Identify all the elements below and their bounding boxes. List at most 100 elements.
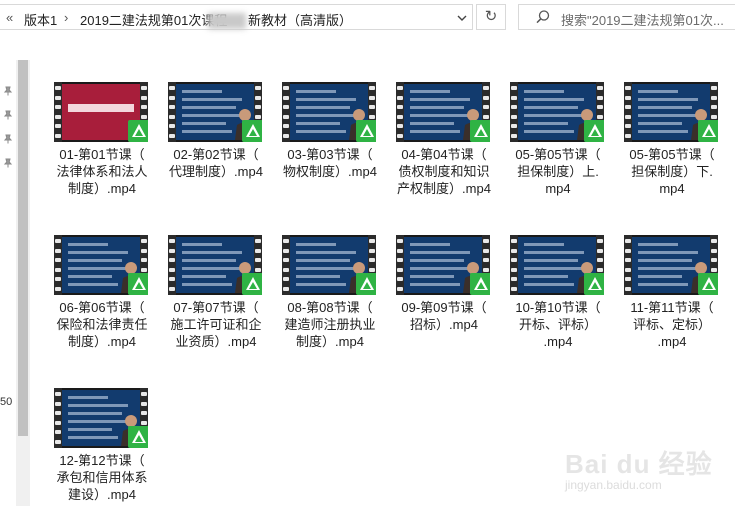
file-name: 01-第01节课（ 法律体系和法人 制度）.mp4 <box>52 146 152 197</box>
file-name: 12-第12节课（ 承包和信用体系 建设）.mp4 <box>52 452 152 503</box>
file-item[interactable]: 04-第04节课（ 债权制度和知识 产权制度）.mp4 <box>394 82 494 207</box>
file-name: 03-第03节课（ 物权制度）.mp4 <box>280 146 380 180</box>
file-name: 10-第10节课（ 开标、评标） .mp4 <box>508 299 608 350</box>
file-name-line: 05-第05节课（ <box>515 147 601 162</box>
file-name-line: 担保制度）下. <box>631 164 713 179</box>
file-name-line: 招标）.mp4 <box>410 317 478 332</box>
file-item[interactable]: 02-第02节课（ 代理制度）.mp4 <box>166 82 266 207</box>
watermark-logo: Bai du 经验 <box>565 449 713 479</box>
file-name-line: 业资质）.mp4 <box>175 334 257 349</box>
file-name: 06-第06节课（ 保险和法律责任 制度）.mp4 <box>52 299 152 350</box>
media-player-badge-icon <box>356 273 376 295</box>
file-item[interactable]: 03-第03节课（ 物权制度）.mp4 <box>280 82 380 207</box>
file-name-line: mp4 <box>659 181 685 196</box>
file-item[interactable]: 05-第05节课（ 担保制度）上. mp4 <box>508 82 608 207</box>
file-name: 02-第02节课（ 代理制度）.mp4 <box>166 146 266 180</box>
file-name-line: 11-第11节课（ <box>630 300 714 315</box>
file-item[interactable]: 06-第06节课（ 保险和法律责任 制度）.mp4 <box>52 235 152 360</box>
media-player-badge-icon <box>470 273 490 295</box>
file-name-line: 债权制度和知识 <box>398 164 490 179</box>
file-name-line: 制度）.mp4 <box>68 334 136 349</box>
video-thumbnail <box>282 82 376 142</box>
file-name: 08-第08节课（ 建造师注册执业 制度）.mp4 <box>280 299 380 350</box>
film-strip <box>282 235 290 295</box>
video-thumbnail <box>54 388 148 448</box>
media-player-badge-icon <box>242 273 262 295</box>
file-name-line: 建设）.mp4 <box>68 487 136 502</box>
file-item[interactable]: 12-第12节课（ 承包和信用体系 建设）.mp4 <box>52 388 152 513</box>
film-strip <box>168 82 176 142</box>
film-strip <box>624 235 632 295</box>
file-name: 04-第04节课（ 债权制度和知识 产权制度）.mp4 <box>394 146 494 197</box>
file-name-line: 01-第01节课（ <box>59 147 145 162</box>
film-strip <box>168 235 176 295</box>
search-icon <box>536 10 550 24</box>
chevron-down-icon[interactable] <box>456 8 468 31</box>
media-player-badge-icon <box>698 273 718 295</box>
file-name-line: 02-第02节课（ <box>173 147 259 162</box>
video-thumbnail <box>54 82 148 142</box>
video-thumbnail <box>624 235 718 295</box>
file-name-line: 05-第05节课（ <box>629 147 715 162</box>
film-strip <box>624 82 632 142</box>
file-name-line: 制度）.mp4 <box>68 181 136 196</box>
breadcrumb-item-version[interactable]: 版本1 <box>24 10 57 29</box>
file-name-line: mp4 <box>545 181 571 196</box>
film-strip <box>510 82 518 142</box>
file-name: 11-第11节课（ 评标、定标） .mp4 <box>622 299 722 350</box>
breadcrumb[interactable]: « 版本1 › 2019二建法规第01次课程 新教材（高清版） <box>0 4 473 30</box>
video-thumbnail <box>510 235 604 295</box>
media-player-badge-icon <box>128 120 148 142</box>
overflow-chevron-icon[interactable]: « <box>6 10 13 25</box>
search-placeholder: 搜索"2019二建法规第01次... <box>561 13 724 28</box>
file-name: 07-第07节课（ 施工许可证和企 业资质）.mp4 <box>166 299 266 350</box>
file-item[interactable]: 08-第08节课（ 建造师注册执业 制度）.mp4 <box>280 235 380 360</box>
media-player-badge-icon <box>698 120 718 142</box>
file-item[interactable]: 01-第01节课（ 法律体系和法人 制度）.mp4 <box>52 82 152 207</box>
file-name-line: 10-第10节课（ <box>515 300 601 315</box>
media-player-badge-icon <box>584 273 604 295</box>
media-player-badge-icon <box>470 120 490 142</box>
file-name-line: 代理制度）.mp4 <box>169 164 263 179</box>
file-item[interactable]: 05-第05节课（ 担保制度）下. mp4 <box>622 82 722 207</box>
film-strip <box>54 388 62 448</box>
file-name-line: 03-第03节课（ <box>287 147 373 162</box>
film-strip <box>396 235 404 295</box>
watermark-url: jingyan.baidu.com <box>565 478 662 492</box>
pin-icon[interactable] <box>3 134 13 144</box>
video-thumbnail <box>54 235 148 295</box>
video-thumbnail <box>282 235 376 295</box>
pin-icon[interactable] <box>3 86 13 96</box>
file-name: 05-第05节课（ 担保制度）上. mp4 <box>508 146 608 197</box>
file-name-line: 07-第07节课（ <box>173 300 259 315</box>
media-player-badge-icon <box>128 273 148 295</box>
scrollbar-thumb[interactable] <box>18 60 28 436</box>
file-item[interactable]: 09-第09节课（ 招标）.mp4 <box>394 235 494 360</box>
video-thumbnail <box>510 82 604 142</box>
file-name-line: 担保制度）上. <box>517 164 599 179</box>
file-name-line: 承包和信用体系 <box>56 470 148 485</box>
file-name: 05-第05节课（ 担保制度）下. mp4 <box>622 146 722 197</box>
breadcrumb-item-edition[interactable]: 新教材（高清版） <box>248 10 352 29</box>
pin-icon[interactable] <box>3 110 13 120</box>
file-name-line: 09-第09节课（ <box>401 300 487 315</box>
file-item[interactable]: 07-第07节课（ 施工许可证和企 业资质）.mp4 <box>166 235 266 360</box>
pin-icon[interactable] <box>3 158 13 168</box>
film-strip <box>510 235 518 295</box>
video-thumbnail <box>396 235 490 295</box>
file-name-line: 06-第06节课（ <box>59 300 145 315</box>
video-thumbnail <box>168 82 262 142</box>
file-name-line: 产权制度）.mp4 <box>397 181 491 196</box>
redaction-blur <box>208 13 246 29</box>
file-name-line: 开标、评标） <box>518 317 597 332</box>
video-thumbnail <box>168 235 262 295</box>
film-strip <box>282 82 290 142</box>
refresh-button[interactable]: ↻ <box>476 4 506 30</box>
file-name-line: 保险和法律责任 <box>56 317 148 332</box>
breadcrumb-item-course[interactable]: 2019二建法规第01次课程 <box>80 10 227 29</box>
file-item[interactable]: 10-第10节课（ 开标、评标） .mp4 <box>508 235 608 360</box>
film-strip <box>54 82 62 142</box>
search-box[interactable]: 搜索"2019二建法规第01次... <box>518 4 735 30</box>
file-item[interactable]: 11-第11节课（ 评标、定标） .mp4 <box>622 235 722 360</box>
file-name-line: .mp4 <box>657 334 687 349</box>
